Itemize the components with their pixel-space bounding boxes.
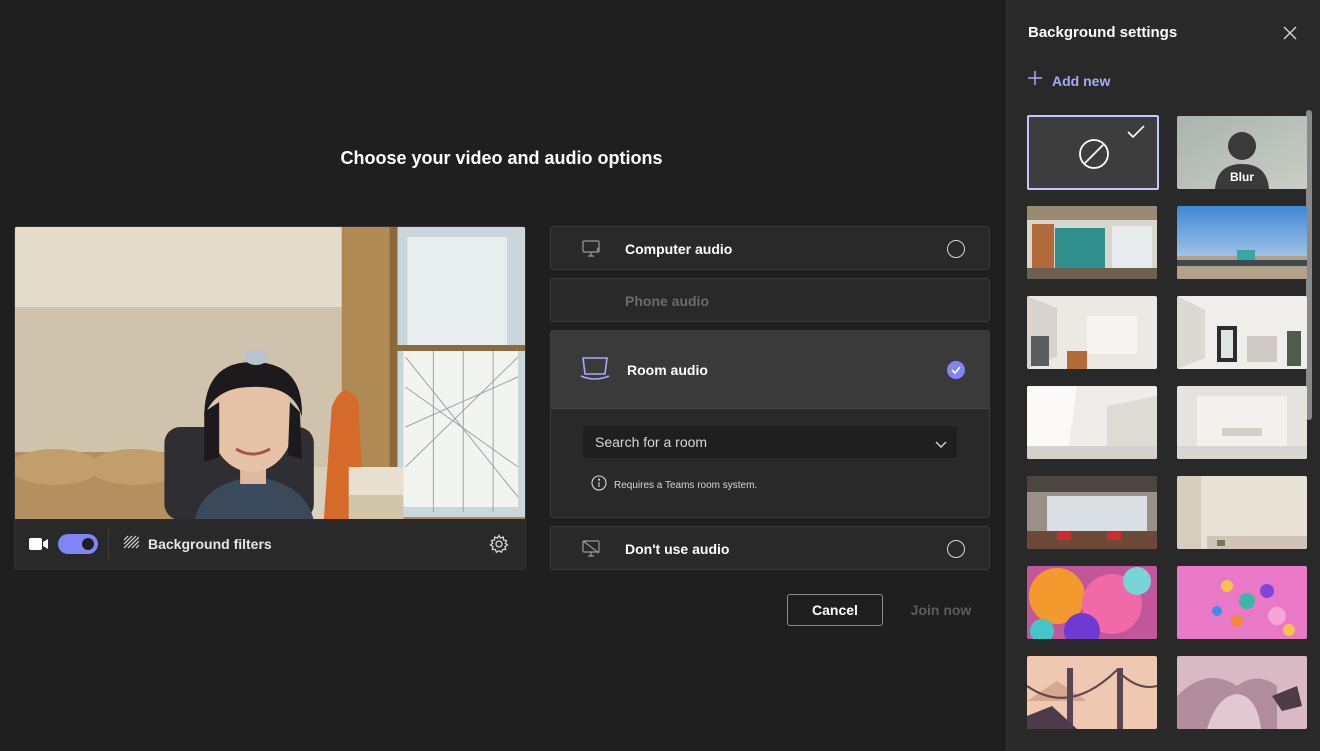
computer-speaker-icon	[582, 240, 602, 258]
close-icon[interactable]	[1282, 25, 1298, 41]
camera-toggle[interactable]	[58, 534, 98, 554]
phone-audio-option[interactable]: Phone audio	[550, 278, 990, 322]
selected-checkmark-icon	[1127, 125, 1145, 139]
background-white-room-2[interactable]	[1177, 296, 1307, 369]
room-display-icon	[579, 353, 611, 385]
computer-audio-label: Computer audio	[625, 241, 733, 257]
chevron-down-icon	[935, 436, 947, 448]
background-filters-label: Background filters	[148, 536, 272, 552]
computer-audio-option[interactable]: Computer audio	[550, 226, 990, 270]
preview-controls: Background filters	[15, 519, 525, 569]
room-audio-selected-check-icon	[947, 361, 965, 379]
add-new-background-button[interactable]: Add new	[1028, 71, 1110, 90]
cancel-button[interactable]: Cancel	[787, 594, 883, 626]
room-search-placeholder: Search for a room	[595, 434, 708, 450]
plus-icon	[1028, 71, 1042, 90]
no-audio-radio[interactable]	[947, 540, 965, 558]
phone-audio-label: Phone audio	[625, 293, 709, 309]
background-effects-icon	[123, 535, 140, 554]
background-bridge-illustration[interactable]	[1027, 656, 1157, 729]
background-rock-arch-illustration[interactable]	[1177, 656, 1307, 729]
join-now-button[interactable]: Join now	[893, 594, 989, 626]
computer-audio-radio[interactable]	[947, 240, 965, 258]
background-white-studio[interactable]	[1177, 386, 1307, 459]
background-settings-panel: Background settings Add new Blur	[1006, 0, 1320, 751]
device-settings-gear-icon[interactable]	[489, 534, 509, 554]
blur-label: Blur	[1230, 170, 1254, 184]
background-filters-button[interactable]: Background filters	[123, 535, 272, 554]
room-requirement-note: Requires a Teams room system.	[591, 475, 757, 496]
room-audio-label: Room audio	[627, 362, 708, 378]
background-pink-balls[interactable]	[1177, 566, 1307, 639]
page-title: Choose your video and audio options	[340, 148, 663, 168]
background-beach[interactable]	[1177, 206, 1307, 279]
info-icon	[591, 475, 607, 496]
no-audio-option[interactable]: Don't use audio	[550, 526, 990, 570]
background-industrial-office[interactable]	[1027, 476, 1157, 549]
blur-background-option[interactable]: Blur	[1177, 116, 1307, 189]
background-office-teal[interactable]	[1027, 206, 1157, 279]
no-background-slash-icon	[1078, 138, 1110, 170]
room-note-text: Requires a Teams room system.	[614, 480, 758, 491]
video-camera-icon	[29, 536, 49, 552]
room-search-dropdown[interactable]: Search for a room	[583, 426, 957, 458]
no-audio-label: Don't use audio	[625, 541, 730, 557]
panel-title: Background settings	[1028, 24, 1178, 41]
speaker-off-icon	[582, 540, 602, 558]
divider	[108, 529, 109, 559]
background-bright-loft[interactable]	[1027, 386, 1157, 459]
add-new-label: Add new	[1052, 72, 1111, 89]
camera-feed	[15, 227, 525, 520]
room-audio-header[interactable]: Room audio	[551, 331, 989, 409]
background-beige-room[interactable]	[1177, 476, 1307, 549]
room-audio-option[interactable]: Room audio Search for a room Requires a …	[550, 330, 990, 518]
main-area: Choose your video and audio options Back…	[0, 0, 1006, 751]
no-background-option[interactable]	[1027, 115, 1159, 190]
video-preview: Background filters	[14, 226, 526, 570]
background-white-room-1[interactable]	[1027, 296, 1157, 369]
background-colorful-spheres[interactable]	[1027, 566, 1157, 639]
